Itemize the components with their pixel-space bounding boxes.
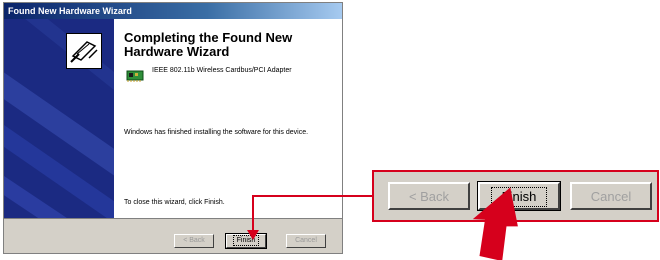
pointer-arrow-icon: [472, 187, 518, 260]
callout-connector-arrow: [247, 195, 372, 240]
callout-overlay: [247, 187, 518, 260]
